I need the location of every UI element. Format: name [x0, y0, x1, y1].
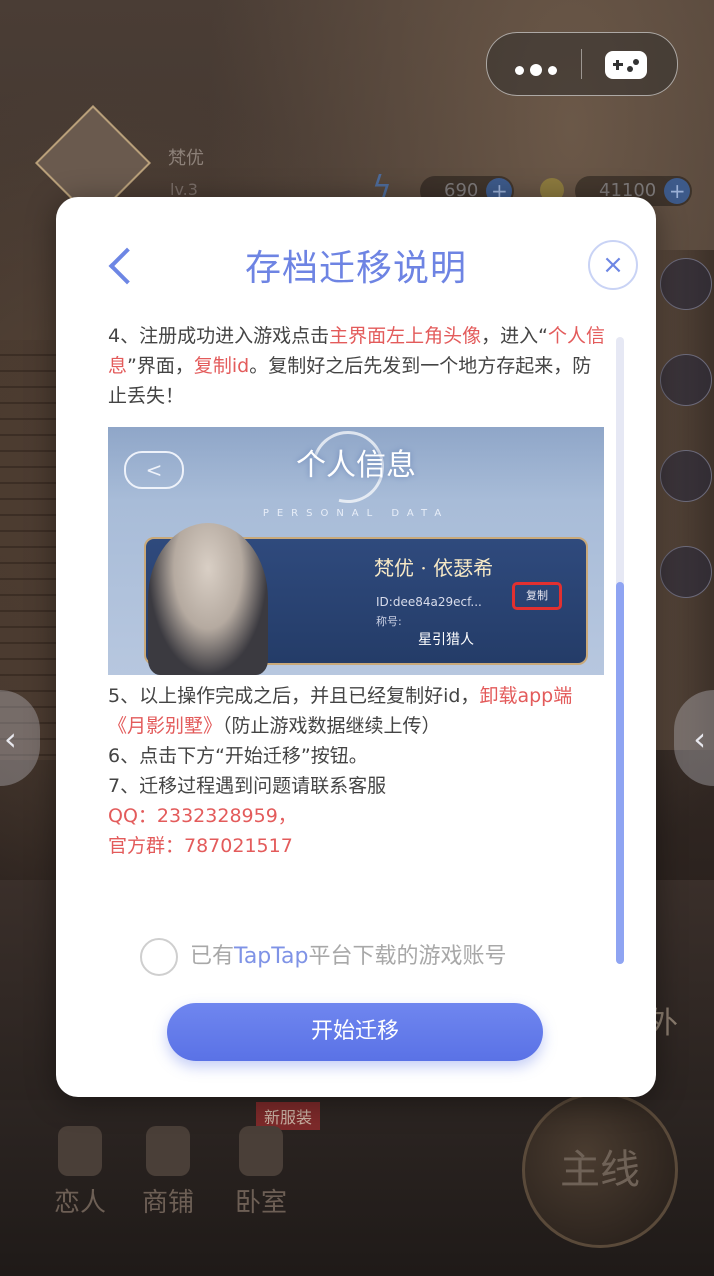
shopping-bag-icon	[146, 1126, 190, 1176]
nav-lovers[interactable]: 恋人	[45, 1126, 115, 1219]
step-text: 4、注册成功进入游戏点击	[108, 325, 330, 347]
nav-shop[interactable]: 商铺	[133, 1126, 203, 1219]
cat-icon	[239, 1126, 283, 1176]
step-text: ，进入“	[481, 325, 548, 347]
step-5: 5、以上操作完成之后，并且已经复制好id，卸载app端《月影别墅》（防止游戏数据…	[108, 681, 608, 741]
screenshot-name: 梵优 · 依瑟希	[374, 556, 494, 580]
side-menu-item[interactable]	[660, 450, 712, 502]
step-4: 4、注册成功进入游戏点击主界面左上角头像，进入“个人信息”界面，复制id。复制好…	[108, 321, 608, 411]
chevron-left-icon: ‹	[693, 720, 706, 758]
start-migration-button[interactable]: 开始迁移	[167, 1003, 543, 1061]
dialog-title: 存档迁移说明	[244, 248, 467, 289]
screenshot-subtitle: PERSONAL DATA	[262, 508, 450, 519]
more-dots-icon	[515, 60, 563, 79]
instructions-content[interactable]: 4、注册成功进入游戏点击主界面左上角头像，进入“个人信息”界面，复制id。复制好…	[108, 321, 608, 961]
step-7: 7、迁移过程遇到问题请联系客服	[108, 775, 387, 797]
contact-group: 官方群：787021517	[108, 835, 293, 857]
radio-button[interactable]	[140, 938, 178, 976]
taptap-account-option[interactable]: 已有TapTap平台下载的游戏账号	[140, 937, 507, 977]
screenshot-character	[148, 523, 268, 675]
scrollbar-thumb[interactable]	[616, 582, 624, 964]
add-coin-icon[interactable]: +	[664, 178, 691, 204]
nav-label: 恋人	[53, 1188, 106, 1218]
step-text: （防止游戏数据继续上传）	[222, 715, 441, 737]
nav-bedroom[interactable]: 卧室	[226, 1126, 296, 1219]
taptap-text: TapTap	[234, 944, 309, 969]
side-menu-item[interactable]	[660, 546, 712, 598]
option-text: 平台下载的游戏账号	[308, 944, 507, 969]
side-menu-item[interactable]	[660, 258, 712, 310]
more-button[interactable]	[487, 33, 581, 95]
highlight-text: 复制id	[193, 355, 250, 377]
nav-label: 商铺	[141, 1188, 194, 1218]
screenshot-title: 个人信息	[296, 448, 416, 483]
close-button[interactable]: ×	[588, 240, 638, 290]
player-name: 梵优	[168, 148, 204, 169]
gamepad-icon	[605, 51, 647, 79]
contact-qq: QQ：2332328959，	[108, 805, 297, 827]
lover-icon	[58, 1126, 102, 1176]
screenshot-copy-highlight: 复制	[512, 582, 562, 610]
option-text: 已有	[190, 944, 235, 969]
step-text: 5、以上操作完成之后，并且已经复制好id，	[108, 685, 480, 707]
nav-label: 卧室	[234, 1188, 287, 1218]
screenshot-nick: 星引猎人	[418, 632, 474, 648]
main-quest-button[interactable]: 主线	[522, 1092, 678, 1248]
side-menu	[660, 258, 712, 642]
outing-button[interactable]: 外	[648, 998, 704, 1068]
capsule-divider	[581, 49, 582, 79]
step-text: ”界面，	[127, 355, 194, 377]
chevron-left-icon: ‹	[4, 720, 17, 758]
migration-dialog: 存档迁移说明 × 4、注册成功进入游戏点击主界面左上角头像，进入“个人信息”界面…	[56, 197, 656, 1097]
profile-screenshot: < 个人信息 PERSONAL DATA 梵优 · 依瑟希 ID:dee84a2…	[108, 427, 604, 675]
highlight-text: 主界面左上角头像	[329, 325, 482, 347]
side-menu-item[interactable]	[660, 354, 712, 406]
screenshot-nick-label: 称号:	[376, 615, 402, 628]
game-center-button[interactable]	[583, 33, 677, 95]
step-6: 6、点击下方“开始迁移”按钮。	[108, 745, 368, 767]
miniprogram-capsule	[486, 32, 678, 96]
